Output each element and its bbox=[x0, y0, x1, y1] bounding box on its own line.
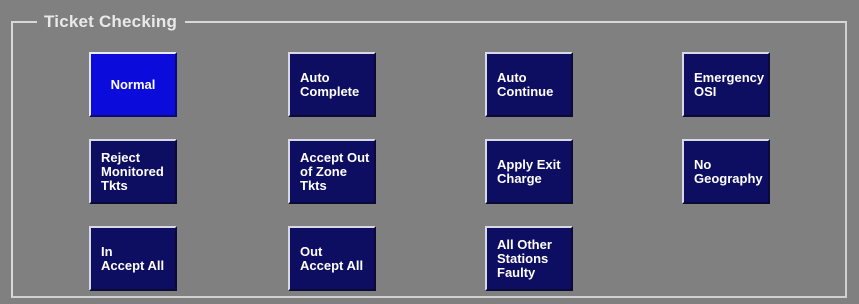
no-geography-button-label: No Geography bbox=[694, 156, 763, 186]
apply-exit-charge-button-label: Apply Exit Charge bbox=[497, 156, 561, 186]
groupbox-title: Ticket Checking bbox=[37, 12, 186, 32]
auto-continue-button-label: Auto Continue bbox=[497, 69, 554, 99]
in-accept-all-button-label: In Accept All bbox=[101, 243, 165, 273]
accept-out-of-zone-tkts-button-label: Accept Out of Zone Tkts bbox=[300, 149, 370, 193]
auto-complete-button[interactable]: Auto Complete bbox=[288, 52, 376, 117]
apply-exit-charge-button[interactable]: Apply Exit Charge bbox=[485, 139, 573, 204]
reject-monitored-tkts-button-label: Reject Monitored Tkts bbox=[101, 149, 164, 193]
no-geography-button[interactable]: No Geography bbox=[682, 139, 770, 204]
in-accept-all-button[interactable]: In Accept All bbox=[89, 226, 177, 291]
all-other-stations-faulty-button[interactable]: All Other Stations Faulty bbox=[485, 226, 573, 291]
reject-monitored-tkts-button[interactable]: Reject Monitored Tkts bbox=[89, 139, 177, 204]
emergency-osi-button-label: Emergency OSI bbox=[694, 69, 765, 99]
out-accept-all-button-label: Out Accept All bbox=[300, 243, 364, 273]
ticket-checking-panel: Ticket Checking Normal Auto Complete Aut… bbox=[0, 0, 859, 304]
normal-button-label: Normal bbox=[110, 76, 156, 92]
auto-continue-button[interactable]: Auto Continue bbox=[485, 52, 573, 117]
auto-complete-button-label: Auto Complete bbox=[300, 69, 360, 99]
all-other-stations-faulty-button-label: All Other Stations Faulty bbox=[497, 236, 552, 280]
accept-out-of-zone-tkts-button[interactable]: Accept Out of Zone Tkts bbox=[288, 139, 376, 204]
out-accept-all-button[interactable]: Out Accept All bbox=[288, 226, 376, 291]
emergency-osi-button[interactable]: Emergency OSI bbox=[682, 52, 770, 117]
normal-button[interactable]: Normal bbox=[89, 52, 177, 117]
